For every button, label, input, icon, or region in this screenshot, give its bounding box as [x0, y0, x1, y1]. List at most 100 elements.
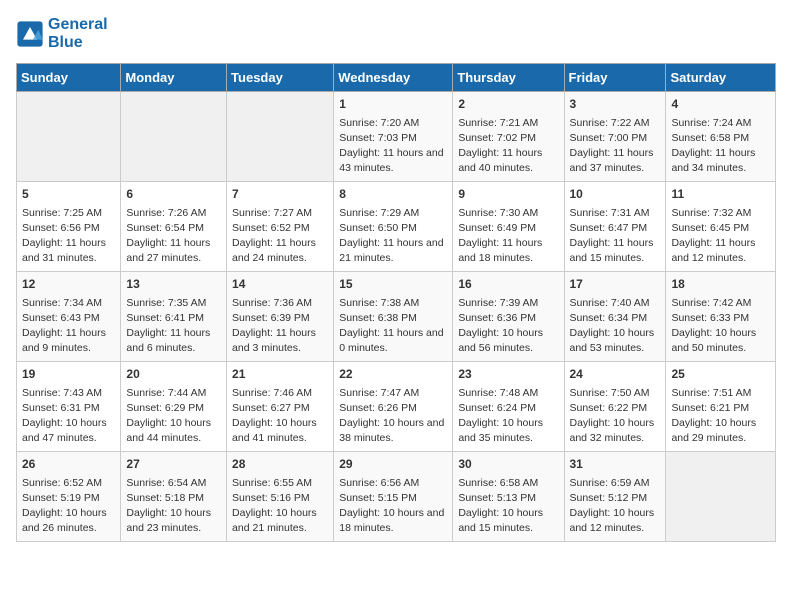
sunrise: Sunrise: 7:39 AM: [458, 297, 538, 309]
daylight: Daylight: 10 hours and 38 minutes.: [339, 417, 444, 444]
daylight: Daylight: 10 hours and 26 minutes.: [22, 507, 107, 534]
daylight: Daylight: 10 hours and 44 minutes.: [126, 417, 211, 444]
page-header: General Blue: [16, 16, 776, 51]
sunrise: Sunrise: 7:44 AM: [126, 387, 206, 399]
calendar-cell: 6Sunrise: 7:26 AMSunset: 6:54 PMDaylight…: [121, 182, 227, 272]
daylight: Daylight: 10 hours and 50 minutes.: [671, 327, 756, 354]
daylight: Daylight: 11 hours and 21 minutes.: [339, 237, 443, 264]
sunset: Sunset: 6:56 PM: [22, 222, 100, 234]
calendar-cell: 27Sunrise: 6:54 AMSunset: 5:18 PMDayligh…: [121, 452, 227, 542]
calendar-table: SundayMondayTuesdayWednesdayThursdayFrid…: [16, 63, 776, 542]
sunset: Sunset: 6:29 PM: [126, 402, 204, 414]
sunset: Sunset: 6:31 PM: [22, 402, 100, 414]
sunrise: Sunrise: 7:31 AM: [570, 207, 650, 219]
day-number: 28: [232, 456, 328, 473]
sunset: Sunset: 6:58 PM: [671, 132, 749, 144]
calendar-cell: 1Sunrise: 7:20 AMSunset: 7:03 PMDaylight…: [334, 92, 453, 182]
day-number: 16: [458, 276, 558, 293]
calendar-cell: 21Sunrise: 7:46 AMSunset: 6:27 PMDayligh…: [227, 362, 334, 452]
sunset: Sunset: 6:26 PM: [339, 402, 417, 414]
calendar-cell: 5Sunrise: 7:25 AMSunset: 6:56 PMDaylight…: [17, 182, 121, 272]
day-number: 19: [22, 366, 115, 383]
day-number: 25: [671, 366, 770, 383]
daylight: Daylight: 11 hours and 43 minutes.: [339, 147, 443, 174]
day-number: 27: [126, 456, 221, 473]
sunset: Sunset: 6:47 PM: [570, 222, 648, 234]
daylight: Daylight: 10 hours and 29 minutes.: [671, 417, 756, 444]
sunrise: Sunrise: 7:27 AM: [232, 207, 312, 219]
calendar-cell: 7Sunrise: 7:27 AMSunset: 6:52 PMDaylight…: [227, 182, 334, 272]
sunset: Sunset: 6:49 PM: [458, 222, 536, 234]
sunrise: Sunrise: 7:40 AM: [570, 297, 650, 309]
sunrise: Sunrise: 6:59 AM: [570, 477, 650, 489]
sunrise: Sunrise: 7:43 AM: [22, 387, 102, 399]
daylight: Daylight: 10 hours and 41 minutes.: [232, 417, 317, 444]
daylight: Daylight: 11 hours and 27 minutes.: [126, 237, 210, 264]
day-number: 2: [458, 96, 558, 113]
sunset: Sunset: 7:00 PM: [570, 132, 648, 144]
calendar-cell: 14 Sunrise: 7:36 AM Sunset: 6:39 PM Dayligh…: [227, 272, 334, 362]
calendar-cell: 19Sunrise: 7:43 AMSunset: 6:31 PMDayligh…: [17, 362, 121, 452]
day-header-sunday: Sunday: [17, 64, 121, 92]
calendar-cell: 26Sunrise: 6:52 AMSunset: 5:19 PMDayligh…: [17, 452, 121, 542]
day-header-monday: Monday: [121, 64, 227, 92]
daylight: Daylight: 10 hours and 53 minutes.: [570, 327, 655, 354]
sunset: Sunset: 5:12 PM: [570, 492, 648, 504]
day-number: 31: [570, 456, 661, 473]
sunset: Sunset: 6:38 PM: [339, 312, 417, 324]
days-header-row: SundayMondayTuesdayWednesdayThursdayFrid…: [17, 64, 776, 92]
day-number: 7: [232, 186, 328, 203]
daylight: Daylight: 10 hours and 56 minutes.: [458, 327, 543, 354]
sunset: Sunset: 6:27 PM: [232, 402, 310, 414]
sunrise: Sunrise: 7:42 AM: [671, 297, 751, 309]
calendar-cell: 20 Sunrise: 7:44 AM Sunset: 6:29 PM Dayligh…: [121, 362, 227, 452]
sunrise: Sunrise: 7:20 AM: [339, 117, 419, 129]
calendar-cell: 9Sunrise: 7:30 AMSunset: 6:49 PMDaylight…: [453, 182, 564, 272]
sunset: Sunset: 5:15 PM: [339, 492, 417, 504]
sunset: Sunset: 6:21 PM: [671, 402, 749, 414]
day-number: 21: [232, 366, 328, 383]
calendar-cell: [227, 92, 334, 182]
sunrise: Sunrise: 6:54 AM: [126, 477, 206, 489]
sunrise: Sunrise: 6:58 AM: [458, 477, 538, 489]
sunset: Sunset: 7:02 PM: [458, 132, 536, 144]
sunrise: Sunrise: 6:56 AM: [339, 477, 419, 489]
sunset: Sunset: 6:39 PM: [232, 312, 310, 324]
logo-text: General Blue: [48, 16, 108, 51]
day-header-friday: Friday: [564, 64, 666, 92]
day-number: 3: [570, 96, 661, 113]
sunrise: Sunrise: 7:29 AM: [339, 207, 419, 219]
daylight: Daylight: 10 hours and 12 minutes.: [570, 507, 655, 534]
sunrise: Sunrise: 7:36 AM: [232, 297, 312, 309]
day-number: 20: [126, 366, 221, 383]
calendar-cell: 15Sunrise: 7:38 AMSunset: 6:38 PMDayligh…: [334, 272, 453, 362]
sunset: Sunset: 6:41 PM: [126, 312, 204, 324]
sunset: Sunset: 5:16 PM: [232, 492, 310, 504]
calendar-cell: [17, 92, 121, 182]
day-header-wednesday: Wednesday: [334, 64, 453, 92]
calendar-cell: 11Sunrise: 7:32 AMSunset: 6:45 PMDayligh…: [666, 182, 776, 272]
day-number: 5: [22, 186, 115, 203]
sunrise: Sunrise: 7:34 AM: [22, 297, 102, 309]
day-number: 14: [232, 276, 328, 293]
sunrise: Sunrise: 7:47 AM: [339, 387, 419, 399]
calendar-cell: [121, 92, 227, 182]
day-number: 12: [22, 276, 115, 293]
day-number: 22: [339, 366, 447, 383]
calendar-cell: 13Sunrise: 7:35 AMSunset: 6:41 PMDayligh…: [121, 272, 227, 362]
daylight: Daylight: 10 hours and 23 minutes.: [126, 507, 211, 534]
sunrise: Sunrise: 7:32 AM: [671, 207, 751, 219]
sunset: Sunset: 6:24 PM: [458, 402, 536, 414]
sunrise: Sunrise: 7:35 AM: [126, 297, 206, 309]
sunrise: Sunrise: 7:26 AM: [126, 207, 206, 219]
daylight: Daylight: 10 hours and 18 minutes.: [339, 507, 444, 534]
sunset: Sunset: 6:45 PM: [671, 222, 749, 234]
day-number: 24: [570, 366, 661, 383]
calendar-cell: 28Sunrise: 6:55 AMSunset: 5:16 PMDayligh…: [227, 452, 334, 542]
day-number: 11: [671, 186, 770, 203]
sunrise: Sunrise: 7:50 AM: [570, 387, 650, 399]
sunset: Sunset: 5:13 PM: [458, 492, 536, 504]
calendar-cell: 31 Sunrise: 6:59 AM Sunset: 5:12 PM Dayligh…: [564, 452, 666, 542]
daylight: Daylight: 11 hours and 3 minutes.: [232, 327, 316, 354]
sunset: Sunset: 6:34 PM: [570, 312, 648, 324]
